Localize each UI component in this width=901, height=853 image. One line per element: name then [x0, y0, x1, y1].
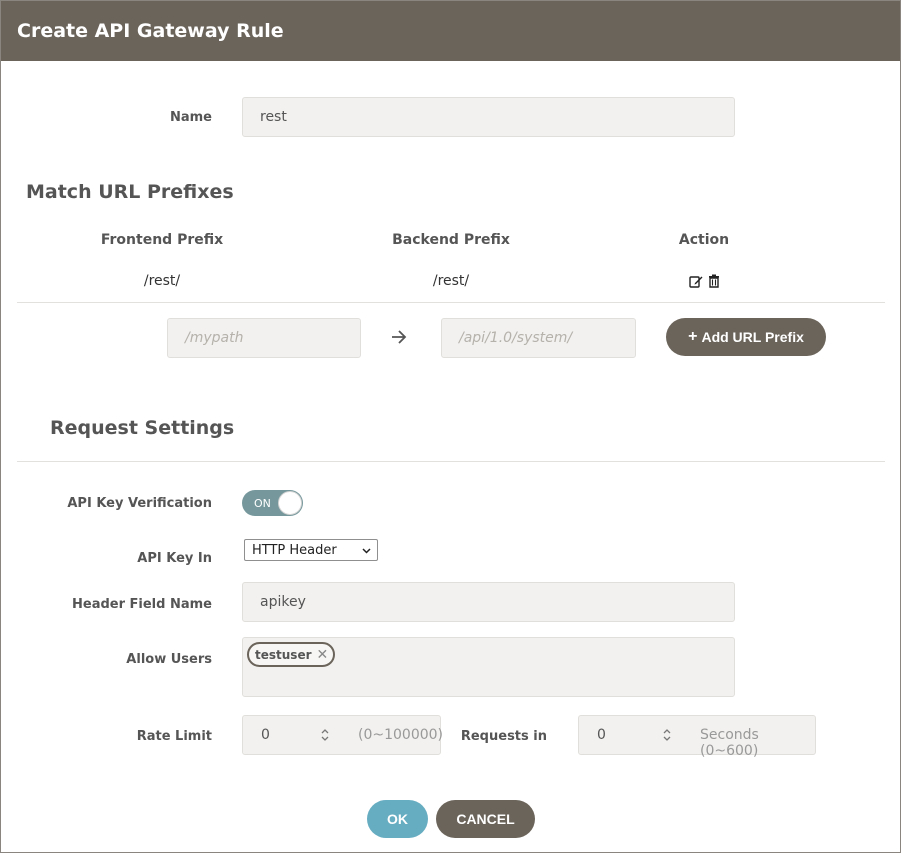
requests-in-label: Requests in [460, 729, 547, 744]
spinner-icon[interactable] [320, 727, 330, 743]
arrow-right-icon [392, 330, 407, 344]
match-section-title: Match URL Prefixes [26, 181, 234, 203]
edit-icon[interactable] [689, 274, 703, 288]
plus-icon: + [688, 328, 698, 345]
cancel-button[interactable]: CANCEL [436, 800, 535, 838]
request-section-title: Request Settings [50, 417, 235, 439]
add-url-prefix-label: Add URL Prefix [701, 329, 804, 345]
remove-tag-icon[interactable]: ✕ [317, 647, 329, 663]
allow-users-input[interactable]: testuser ✕ [242, 637, 735, 697]
request-divider [17, 461, 885, 462]
toggle-state: ON [254, 497, 271, 510]
new-frontend-prefix-input[interactable]: /mypath [167, 318, 361, 358]
rate-limit-label: Rate Limit [136, 729, 212, 744]
header-field-name-label: Header Field Name [72, 597, 212, 612]
api-key-verification-toggle[interactable]: ON [242, 490, 303, 516]
col-action: Action [678, 232, 730, 248]
user-tag: testuser ✕ [247, 642, 336, 667]
match-divider [17, 302, 885, 303]
create-rule-dialog: Create API Gateway Rule Name rest Match … [0, 0, 901, 853]
api-key-in-value: HTTP Header [252, 542, 337, 558]
col-backend-prefix: Backend Prefix [392, 232, 510, 248]
ok-button[interactable]: OK [367, 800, 428, 838]
name-label: Name [169, 110, 212, 125]
row-backend-prefix: /rest/ [432, 273, 470, 289]
name-input[interactable]: rest [242, 97, 735, 137]
requests-in-value: 0 [597, 727, 606, 743]
rate-limit-value: 0 [261, 727, 270, 743]
allow-users-label: Allow Users [126, 652, 212, 667]
trash-icon[interactable] [707, 274, 721, 288]
user-tag-label: testuser [255, 647, 312, 662]
api-key-in-label: API Key In [137, 551, 212, 566]
rate-limit-hint: (0~100000) [358, 727, 444, 743]
api-key-verification-label: API Key Verification [67, 496, 212, 511]
add-url-prefix-button[interactable]: + Add URL Prefix [666, 318, 826, 356]
chevron-down-icon [362, 548, 371, 554]
toggle-knob [278, 491, 302, 515]
api-key-in-select[interactable]: HTTP Header [244, 539, 378, 561]
rate-limit-input[interactable]: 0 (0~100000) [242, 715, 444, 755]
new-backend-prefix-input[interactable]: /api/1.0/system/ [441, 318, 636, 358]
spinner-icon[interactable] [662, 727, 672, 743]
row-frontend-prefix: /rest/ [143, 273, 181, 289]
dialog-title: Create API Gateway Rule [17, 20, 284, 42]
col-frontend-prefix: Frontend Prefix [100, 232, 224, 248]
header-field-name-input[interactable]: apikey [242, 582, 735, 622]
dialog-titlebar: Create API Gateway Rule [1, 1, 900, 61]
requests-in-hint: Seconds (0~600) [700, 727, 759, 759]
requests-in-input[interactable]: 0 Seconds (0~600) [578, 715, 816, 759]
